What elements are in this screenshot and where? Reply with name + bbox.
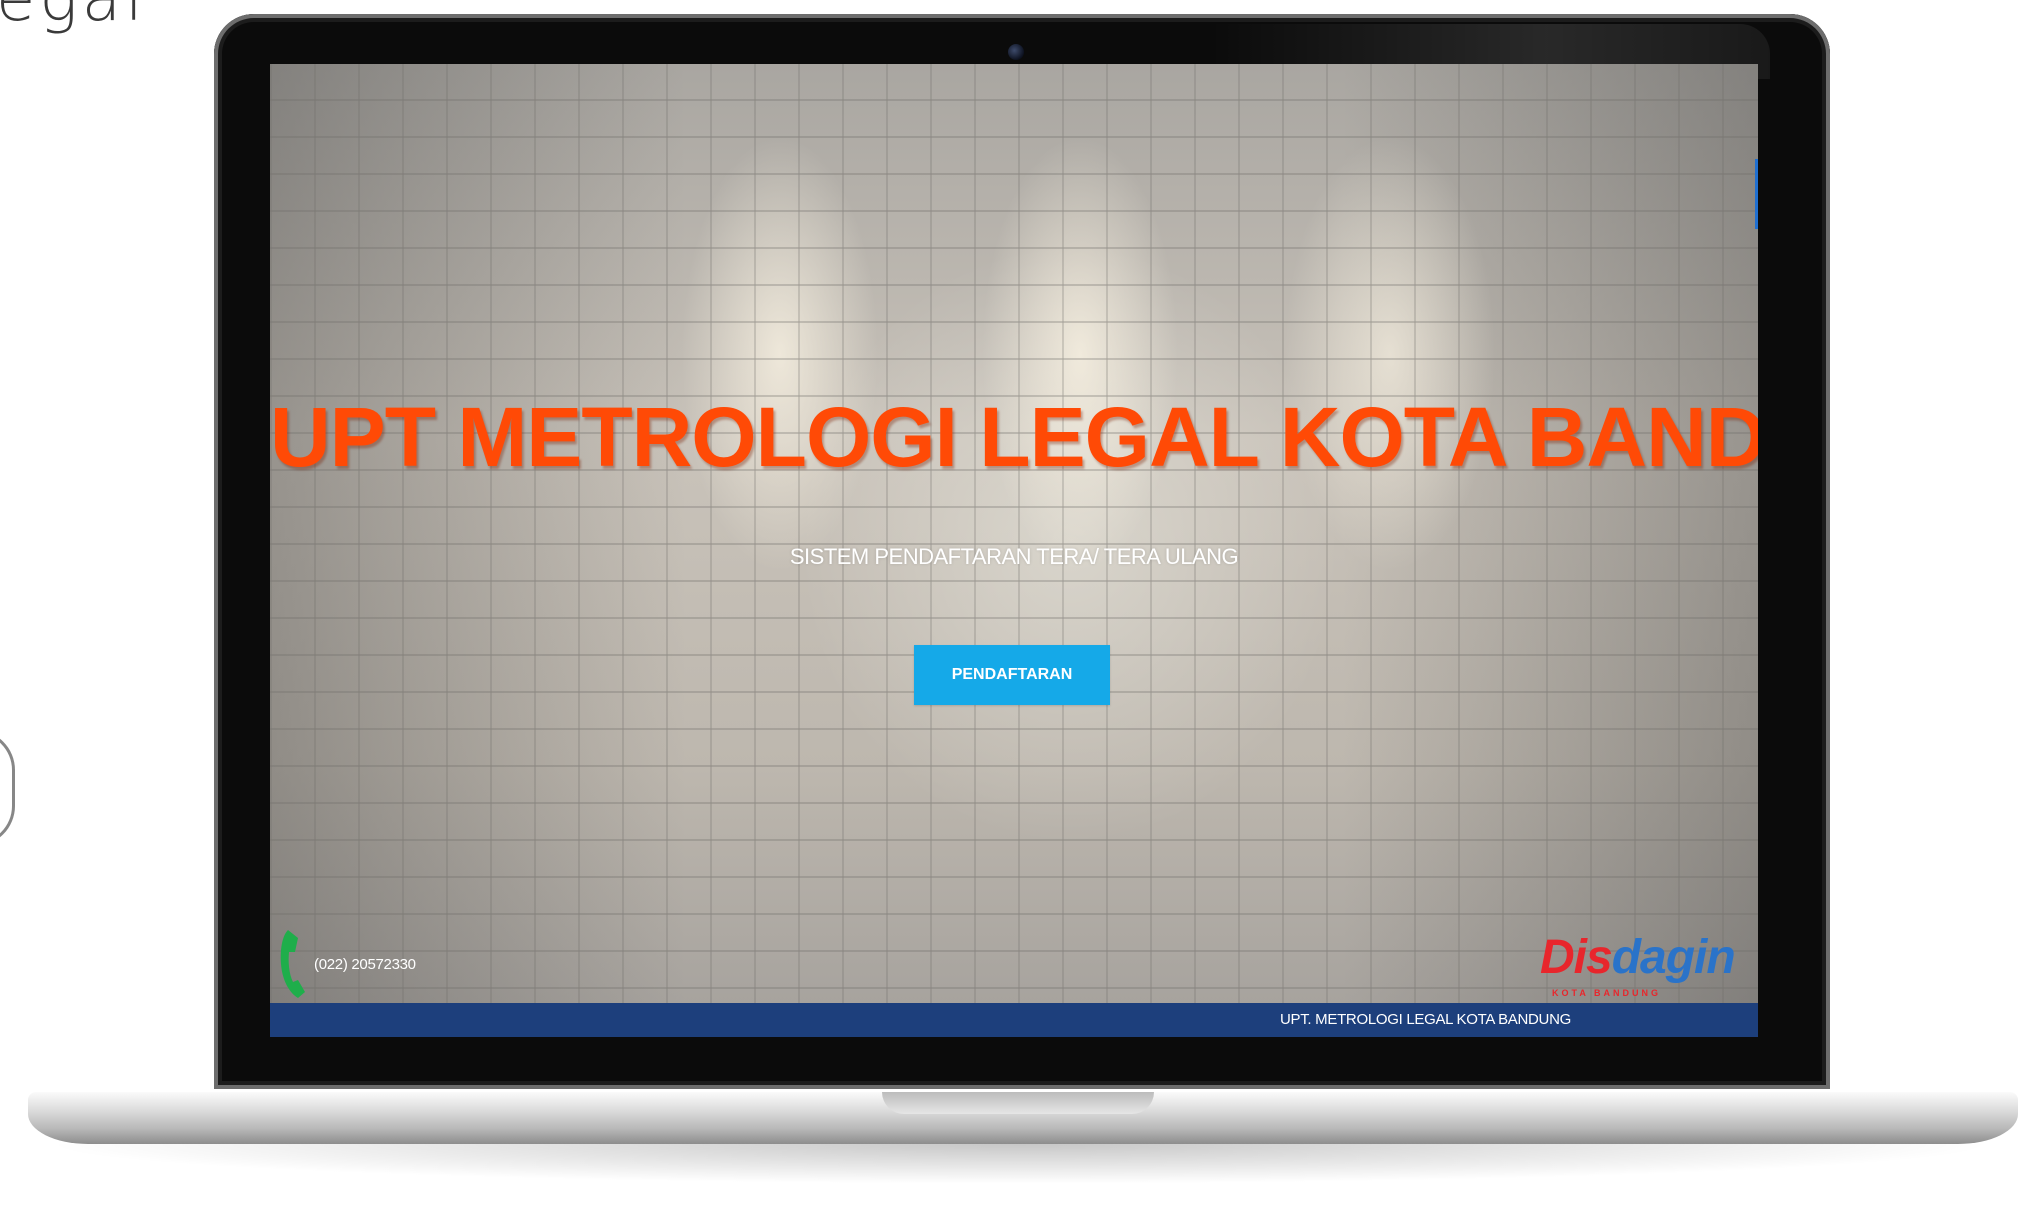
site-title: UPT METROLOGI LEGAL KOTA BANDUNG [270,390,1758,484]
site-subtitle: SISTEM PENDAFTARAN TERA/ TERA ULANG [789,544,1239,569]
laptop-shadow [40,1144,2000,1184]
laptop-notch [882,1092,1154,1114]
corner-text: egal [0,0,147,36]
camera-icon [1008,44,1024,60]
brick-pattern [270,64,1758,1003]
laptop-screen: UPT METROLOGI LEGAL KOTA BANDUNG SISTEM … [270,64,1758,1037]
disdagin-logo: Disdagin KOTA BANDUNG [1540,930,1750,1004]
logo-subtext: KOTA BANDUNG [1552,988,1661,998]
footer-text: UPT. METROLOGI LEGAL KOTA BANDUNG [1280,1011,1571,1028]
pendaftaran-button[interactable]: PENDAFTARAN [914,645,1110,705]
page: egal UPT METROLOGI LEGAL KOTA BANDUNG SI… [0,0,2020,1209]
corner-decoration [0,730,15,846]
footer-bar: UPT. METROLOGI LEGAL KOTA BANDUNG [270,1003,1758,1037]
logo-text-dagin: dagin [1611,931,1736,984]
phone-icon [280,930,305,998]
phone-number: (022) 20572330 [314,956,416,973]
scrollbar-edge [1755,159,1758,229]
logo-text-dis: Dis [1540,931,1613,984]
